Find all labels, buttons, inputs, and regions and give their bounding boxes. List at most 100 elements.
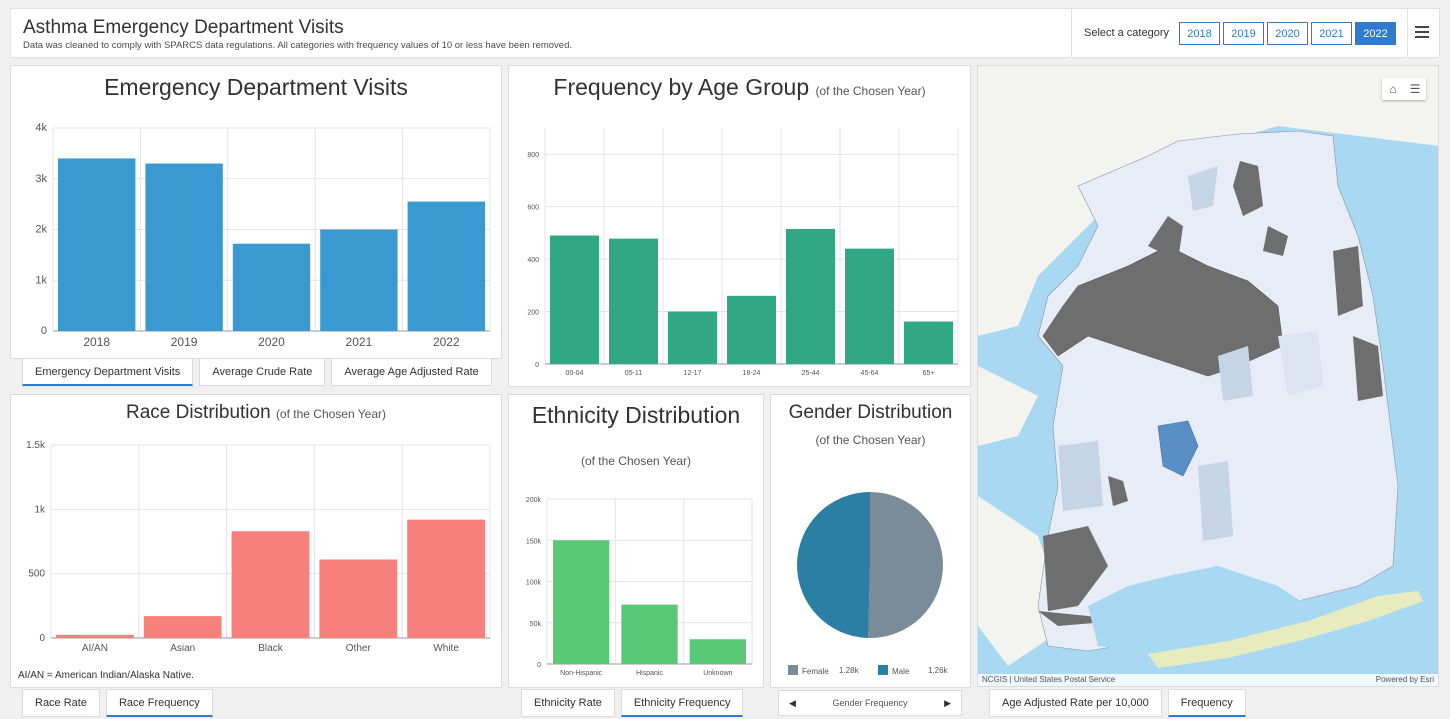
ethnicity-tab-0[interactable]: Ethnicity Rate [521,689,615,717]
bar-2022[interactable] [407,201,485,331]
bar-Other[interactable] [319,559,398,638]
pie-slice-female[interactable] [868,492,943,638]
bar-25-44[interactable] [786,228,835,364]
legend-value: 1.26k [928,666,949,675]
y-tick-label: 50k [530,621,542,628]
ethnicity-tabs: Ethnicity Rate Ethnicity Frequency [521,689,744,717]
bar-AI/AN[interactable] [56,634,134,638]
y-tick-label: 2k [35,224,47,236]
bar-12-17[interactable] [668,311,717,364]
bar-45-64[interactable] [845,248,894,364]
x-tick-label: 00-04 [566,370,584,377]
x-tick-label: 65+ [923,370,935,377]
bar-Non-Hispanic[interactable] [553,540,610,664]
ethnicity-chart: 0 50k 100k 150k 200k Non-Hispanic Hispanic Unkn… [526,497,753,677]
gender-panel: Gender Distribution (of the Chosen Year)… [770,394,971,688]
bar-05-11[interactable] [609,238,658,364]
legend-swatch [788,665,798,675]
y-tick-label: 1k [34,504,46,515]
bar-2019[interactable] [145,163,223,331]
y-tick-label: 1.5k [26,440,46,451]
gender-nav-label: Gender Frequency [832,698,908,708]
y-tick-label: 200k [526,497,542,504]
ed-visits-panel: Emergency Department Visits 0 1k 2k 3k 4k 201… [10,65,502,359]
select-category-label: Select a category [1084,27,1169,39]
map-tabs: Age Adjusted Rate per 10,000 Frequency [989,689,1246,717]
x-tick-label: 2022 [433,335,460,349]
ed-tab-1[interactable]: Average Crude Rate [199,358,326,386]
x-tick-label: Black [258,643,283,654]
bar-Hispanic[interactable] [621,604,678,664]
race-tab-0[interactable]: Race Rate [22,689,100,717]
bar-Unknown[interactable] [689,639,746,664]
x-tick-label: Hispanic [636,670,663,677]
ed-visits-tabs: Emergency Department Visits Average Crude… [22,358,492,386]
year-selector: 2018 2019 2020 2021 2022 [1179,22,1396,45]
legend-label: Female [802,667,829,676]
x-tick-label: White [433,643,459,654]
header-divider [1407,9,1408,57]
y-tick-label: 150k [526,538,542,545]
bar-2021[interactable] [320,229,398,332]
map-region-mid[interactable] [1058,441,1103,511]
y-tick-label: 800 [527,152,539,159]
y-tick-label: 500 [28,569,45,580]
legend-value: 1.28k [839,666,860,675]
ed-tab-2[interactable]: Average Age Adjusted Rate [331,358,492,386]
y-tick-label: 0 [41,325,47,337]
year-button-2021[interactable]: 2021 [1311,22,1352,45]
map-region-mid[interactable] [1218,346,1253,401]
legend-list-icon[interactable]: ☰ [1404,78,1426,100]
race-footnote: AI/AN = American Indian/Alaska Native. [18,670,194,681]
previous-arrow-icon[interactable]: ◀ [789,698,796,709]
map-powered-by[interactable]: Powered by Esri [1376,675,1434,685]
race-tab-1[interactable]: Race Frequency [105,689,213,717]
y-tick-label: 0 [535,362,539,369]
bar-Asian[interactable] [143,616,222,638]
x-tick-label: 2021 [346,335,373,349]
ethnicity-tab-1[interactable]: Ethnicity Frequency [620,689,744,717]
year-button-2022[interactable]: 2022 [1355,22,1396,45]
x-tick-label: 45-64 [861,370,879,377]
year-button-2020[interactable]: 2020 [1267,22,1308,45]
header-bar: Asthma Emergency Department Visits Data … [10,8,1440,58]
bar-65+[interactable] [904,321,953,364]
bar-18-24[interactable] [727,295,776,364]
x-tick-label: Asian [170,643,195,654]
pie-slice-male[interactable] [796,492,870,638]
y-tick-label: 0 [39,633,45,644]
year-button-2019[interactable]: 2019 [1223,22,1264,45]
x-tick-label: Other [346,643,372,654]
home-icon[interactable]: ⌂ [1382,78,1404,100]
hamburger-menu-icon[interactable] [1415,26,1429,38]
year-button-2018[interactable]: 2018 [1179,22,1220,45]
x-tick-label: Non-Hispanic [560,670,603,677]
map-toolbar: ⌂ ☰ [1382,78,1426,100]
race-panel: Race Distribution (of the Chosen Year) 0… [10,394,502,688]
y-tick-label: 1k [35,274,47,286]
bar-2018[interactable] [58,158,136,331]
x-tick-label: AI/AN [82,643,108,654]
map-canvas[interactable] [978,66,1439,687]
y-tick-label: 4k [35,122,47,134]
map-tab-0[interactable]: Age Adjusted Rate per 10,000 [989,689,1162,717]
map-landmass [978,366,1038,446]
age-group-panel: Frequency by Age Group (of the Chosen Ye… [508,65,971,387]
page-subtitle: Data was cleaned to comply with SPARCS d… [23,40,573,51]
x-tick-label: Unknown [703,670,732,677]
y-tick-label: 200 [527,310,539,317]
bar-00-04[interactable] [550,235,599,364]
bar-White[interactable] [407,519,485,638]
legend-swatch [878,665,888,675]
map-attribution-bar: NCGIS | United States Postal Service Pow… [978,674,1438,686]
bar-Black[interactable] [231,531,310,638]
bar-2020[interactable] [232,243,311,331]
map-region-mid[interactable] [1198,461,1233,541]
legend-label: Male [892,667,910,676]
map-view[interactable]: ⌂ ☰ NCGIS | United States Postal Service… [977,65,1439,687]
ed-visits-chart: 0 1k 2k 3k 4k 2018 2019 2020 2021 2022 [35,122,491,349]
map-region-high[interactable] [1333,246,1363,316]
map-tab-1[interactable]: Frequency [1167,689,1246,717]
ed-tab-0[interactable]: Emergency Department Visits [22,358,194,386]
next-arrow-icon[interactable]: ▶ [944,698,951,709]
